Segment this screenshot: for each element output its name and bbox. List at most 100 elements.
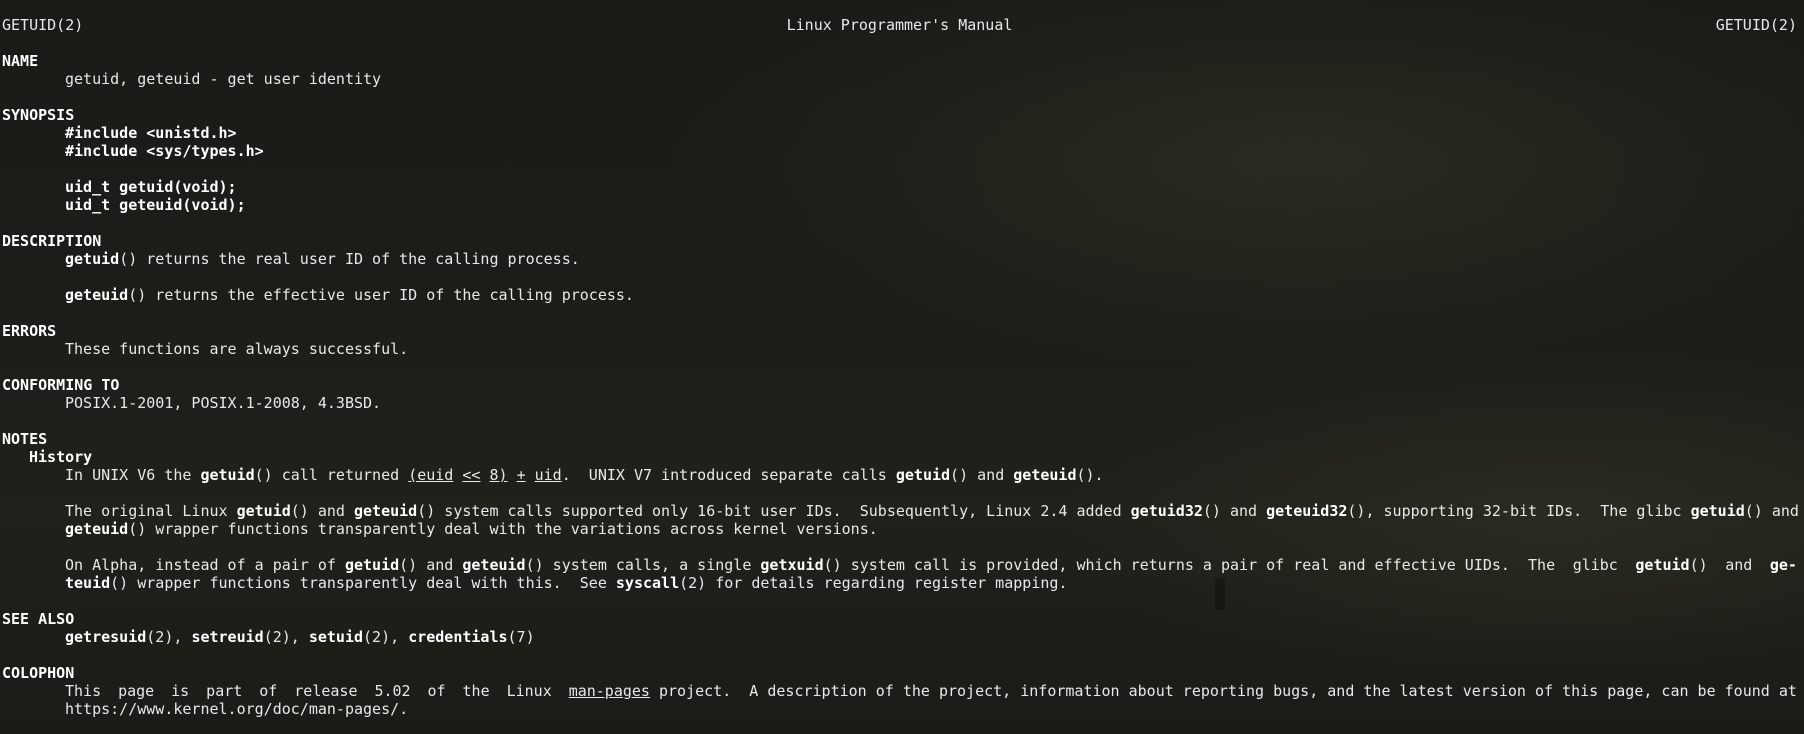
text-run xyxy=(526,466,535,484)
history-para-2-line-1: The original Linux getuid() and geteuid(… xyxy=(2,502,1799,520)
history-para-2-line-2: geteuid() wrapper functions transparentl… xyxy=(2,520,1797,538)
synopsis-proto-geteuid: uid_t geteuid(void); xyxy=(2,196,1797,214)
text-run: () system calls supported only 16-bit us… xyxy=(417,502,1131,520)
text-run: (2), xyxy=(146,628,192,646)
function-name: getuid xyxy=(895,466,951,484)
text-run: In UNIX V6 the xyxy=(65,466,201,484)
text-run xyxy=(508,466,517,484)
conforming-text: POSIX.1-2001, POSIX.1-2008, 4.3BSD. xyxy=(65,394,382,412)
text-run: (). xyxy=(1076,466,1104,484)
text-run: of xyxy=(427,682,446,700)
subsection-heading-history: History xyxy=(29,448,93,466)
function-name: geteuid xyxy=(462,556,526,574)
text-run: () system call is provided, which return… xyxy=(823,556,1556,574)
text-run: This xyxy=(65,682,102,700)
text-run: (7) xyxy=(507,628,535,646)
underlined-expr: 8) xyxy=(489,466,508,484)
text-run: () xyxy=(1689,556,1708,574)
function-name: getuid xyxy=(236,502,291,520)
function-name: teuid xyxy=(65,574,111,592)
function-name: geteuid xyxy=(1013,466,1077,484)
text-run: The original Linux xyxy=(65,502,237,520)
description-text: () returns the real user ID of the calli… xyxy=(119,250,580,268)
text-run: On Alpha, instead of a pair of xyxy=(65,556,345,574)
text-run: is xyxy=(171,682,190,700)
colophon-url[interactable]: https://www.kernel.org/doc/man-pages/. xyxy=(2,700,1797,718)
section-heading-notes: NOTES xyxy=(2,430,48,448)
name-text: getuid, geteuid - get user identity xyxy=(65,70,382,88)
errors-text: These functions are always successful. xyxy=(65,340,409,358)
see-also-ref: credentials xyxy=(408,628,508,646)
synopsis-proto-getuid: uid_t getuid(void); xyxy=(2,178,1797,196)
section-heading-name: NAME xyxy=(2,52,39,70)
function-name: ge- xyxy=(1769,556,1797,574)
function-name: geteuid xyxy=(354,502,418,520)
text-run: () and xyxy=(399,556,463,574)
text-run: part xyxy=(206,682,243,700)
man-pages-link[interactable]: man-pages xyxy=(569,682,650,700)
history-para-1: In UNIX V6 the getuid() call returned (e… xyxy=(2,466,1797,484)
section-heading-colophon: COLOPHON xyxy=(2,664,75,682)
text-run: release xyxy=(294,682,358,700)
header-center: Linux Programmer's Manual xyxy=(786,16,1013,34)
function-name: geteuid xyxy=(65,286,129,304)
underlined-expr: uid xyxy=(534,466,562,484)
section-heading-description: DESCRIPTION xyxy=(2,232,102,250)
text-run: glibc xyxy=(1572,556,1618,574)
text-run: (2) for details regarding register mappi… xyxy=(679,574,1068,592)
function-prototype: uid_t getuid(void); xyxy=(65,178,237,196)
function-prototype: uid_t geteuid(void); xyxy=(65,196,246,214)
text-run: and xyxy=(1725,556,1753,574)
text-run: Linux xyxy=(506,682,552,700)
history-para-3-line-1: On Alpha, instead of a pair of getuid() … xyxy=(2,556,1797,574)
text-run: . UNIX V7 introduced separate calls xyxy=(561,466,896,484)
include-directive: #include <unistd.h> xyxy=(65,124,237,142)
text-run: () and xyxy=(1202,502,1267,520)
function-name: geteuid32 xyxy=(1266,502,1348,520)
terminal-man-page[interactable]: GETUID(2) Linux Programmer's Manual GETU… xyxy=(2,16,1799,718)
function-name: getuid xyxy=(65,250,120,268)
description-para-2: geteuid() returns the effective user ID … xyxy=(2,286,1797,304)
text-run: (), supporting 32-bit IDs. The glibc xyxy=(1347,502,1691,520)
text-run: () call returned xyxy=(254,466,409,484)
function-name: getuid xyxy=(1690,502,1745,520)
function-name: syscall xyxy=(615,574,680,592)
include-directive: #include <sys/types.h> xyxy=(65,142,264,160)
text-group: man-pages project. A description of the … xyxy=(569,682,1797,700)
function-name: getuid xyxy=(200,466,255,484)
header-right: GETUID(2) xyxy=(1715,16,1797,34)
synopsis-include-types: #include <sys/types.h> xyxy=(2,142,1797,160)
function-name: getuid32 xyxy=(1130,502,1203,520)
text-run: 5.02 xyxy=(374,682,411,700)
synopsis-include-unistd: #include <unistd.h> xyxy=(2,124,1797,142)
see-also-list: getresuid(2), setreuid(2), setuid(2), cr… xyxy=(2,628,1797,646)
function-name: geteuid xyxy=(65,520,129,538)
text-run: () wrapper functions transparently deal … xyxy=(128,520,878,538)
function-name: getuid xyxy=(1635,556,1690,574)
see-also-ref: getresuid xyxy=(65,628,147,646)
text-group: On Alpha, instead of a pair of getuid() … xyxy=(65,556,1555,574)
section-heading-conforming-to: CONFORMING TO xyxy=(2,376,120,394)
text-run: (2), xyxy=(363,628,409,646)
text-group: getuid() xyxy=(1635,556,1707,574)
description-text: () returns the effective user ID of the … xyxy=(128,286,634,304)
description-para-1: getuid() returns the real user ID of the… xyxy=(2,250,1797,268)
section-heading-synopsis: SYNOPSIS xyxy=(2,106,75,124)
text-run: () wrapper functions transparently deal … xyxy=(110,574,616,592)
underlined-expr: << xyxy=(462,466,481,484)
text-run: (2), xyxy=(263,628,309,646)
underlined-expr: + xyxy=(516,466,526,484)
underlined-expr: (euid xyxy=(408,466,454,484)
function-name: getuid xyxy=(344,556,400,574)
see-also-ref: setreuid xyxy=(191,628,264,646)
